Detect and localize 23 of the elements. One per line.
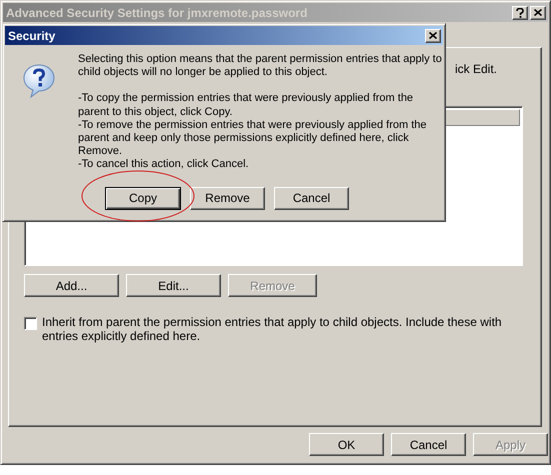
message-text: -To remove the permission entries that were previously applied from the parent and keep only those permissions explicitly defined here, click Remove. bbox=[78, 118, 428, 158]
message-text: -To cancel this action, click Cancel. bbox=[78, 158, 250, 172]
help-icon bbox=[516, 8, 524, 18]
window-title: Advanced Security Settings for jmxremote.password bbox=[6, 6, 308, 20]
dialog-button[interactable]: Copy bbox=[105, 186, 181, 210]
close-icon bbox=[534, 9, 542, 16]
inherit-checkbox[interactable] bbox=[24, 317, 37, 330]
list-action-button[interactable]: Edit... bbox=[126, 274, 221, 297]
dialog-button[interactable]: OK bbox=[309, 433, 384, 456]
close-icon bbox=[429, 32, 437, 39]
close-button[interactable] bbox=[530, 6, 546, 20]
dialog-button[interactable]: Remove bbox=[190, 186, 265, 210]
list-action-button[interactable]: Add... bbox=[24, 274, 119, 297]
close-button[interactable] bbox=[425, 28, 441, 42]
inherit-label: Inherit from parent the permission entries that apply to child objects. Include these with entries explicitly defined here. bbox=[42, 315, 503, 343]
message-text: -To copy the permission entries that were previously applied from the parent to this object, click Copy. bbox=[78, 92, 414, 119]
message-text: Selecting this option means that the parent permission entries that apply to child objects will no longer be applied to this object. bbox=[78, 53, 443, 80]
dialog-button[interactable]: Cancel bbox=[274, 186, 349, 210]
help-button[interactable] bbox=[512, 6, 528, 20]
dialog-button[interactable]: Cancel bbox=[391, 433, 466, 456]
instruction-text: ick Edit. bbox=[455, 62, 498, 76]
dialog-title: Security bbox=[8, 28, 56, 42]
question-icon bbox=[22, 63, 56, 99]
